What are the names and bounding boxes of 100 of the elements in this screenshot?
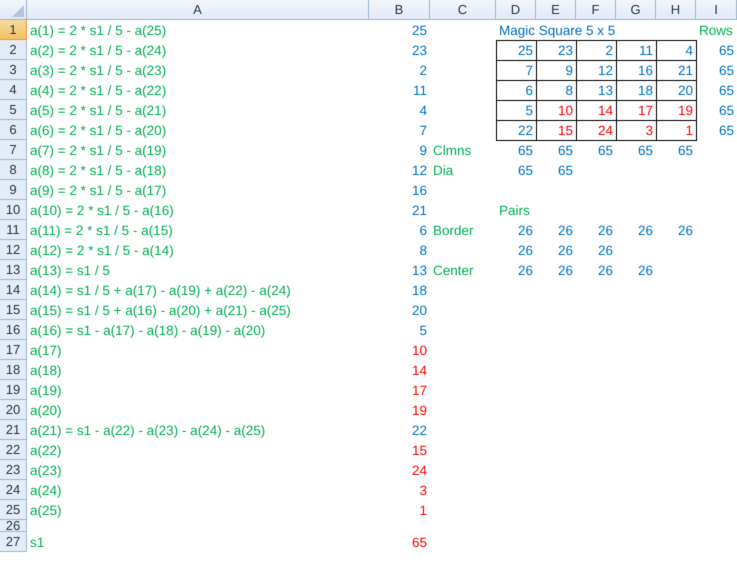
row-header[interactable]: 5: [0, 100, 27, 120]
table-cell-text: 25: [410, 22, 428, 40]
row-header[interactable]: 4: [0, 80, 27, 100]
table-cell-text: a(4) = 2 * s1 / 5 - a(22): [29, 82, 168, 100]
table-cell-text: 65: [718, 122, 735, 140]
row-header[interactable]: 10: [0, 200, 27, 220]
row-header[interactable]: 24: [0, 480, 27, 500]
table-cell-text: 26: [636, 262, 654, 280]
table-cell: 22: [496, 120, 537, 141]
table-cell-text: Pairs: [498, 202, 531, 220]
table-cell-text: 10: [410, 342, 428, 360]
row-header[interactable]: 18: [0, 360, 27, 380]
table-cell-text: 65: [556, 162, 574, 180]
row-header[interactable]: 27: [0, 532, 27, 552]
column-header[interactable]: B: [369, 0, 430, 20]
table-cell-text: 65: [636, 142, 654, 160]
table-cell-text: 17: [410, 382, 428, 400]
table-cell-text: a(1) = 2 * s1 / 5 - a(25): [29, 22, 168, 40]
table-cell-text: Dia: [432, 162, 454, 180]
table-cell-text: a(13) = s1 / 5: [29, 262, 111, 280]
row-header[interactable]: 3: [0, 60, 27, 80]
table-cell-text: 26: [516, 242, 534, 260]
table-cell-text: 65: [596, 142, 614, 160]
table-cell-text: 65: [556, 142, 574, 160]
table-cell-text: 1: [418, 502, 428, 520]
table-cell-text: a(9) = 2 * s1 / 5 - a(17): [29, 182, 168, 200]
table-cell-text: 26: [556, 222, 574, 240]
row-header[interactable]: 16: [0, 320, 27, 340]
table-cell-text: a(8) = 2 * s1 / 5 - a(18): [29, 162, 168, 180]
table-cell-text: 26: [596, 262, 614, 280]
table-cell-text: Border: [432, 222, 475, 240]
table-cell-text: 65: [718, 82, 735, 100]
column-header[interactable]: A: [27, 0, 369, 20]
table-cell-text: 26: [516, 222, 534, 240]
row-header[interactable]: 20: [0, 400, 27, 420]
row-header[interactable]: 26: [0, 520, 27, 532]
table-cell-text: a(17): [29, 342, 63, 360]
column-header[interactable]: D: [496, 0, 536, 20]
table-cell-text: 26: [556, 242, 574, 260]
row-header[interactable]: 12: [0, 240, 27, 260]
column-header[interactable]: C: [430, 0, 496, 20]
table-cell-text: 18: [410, 282, 428, 300]
row-header[interactable]: 8: [0, 160, 27, 180]
table-cell-text: a(24): [29, 482, 63, 500]
table-cell-text: 26: [676, 222, 694, 240]
table-cell-text: a(20): [29, 402, 63, 420]
column-header[interactable]: E: [536, 0, 576, 20]
table-cell-text: 65: [516, 162, 534, 180]
table-cell-text: a(14) = s1 / 5 + a(17) - a(19) + a(22) - a(24): [29, 282, 292, 300]
table-cell-text: a(22): [29, 442, 63, 460]
table-cell-text: 26: [516, 262, 534, 280]
table-cell-text: 16: [410, 182, 428, 200]
row-header[interactable]: 17: [0, 340, 27, 360]
row-header[interactable]: 13: [0, 260, 27, 280]
table-cell-text: 2: [418, 62, 428, 80]
table-cell: 4: [656, 40, 697, 61]
table-cell-text: a(7) = 2 * s1 / 5 - a(19): [29, 142, 168, 160]
table-cell-text: 5: [418, 322, 428, 340]
table-cell-text: 6: [418, 222, 428, 240]
table-cell-text: a(15) = s1 / 5 + a(16) - a(20) + a(21) - a(25): [29, 302, 292, 320]
table-cell-text: a(12) = 2 * s1 / 5 - a(14): [29, 242, 175, 260]
row-header[interactable]: 2: [0, 40, 27, 60]
row-header[interactable]: 14: [0, 280, 27, 300]
table-cell-text: Rows: [698, 22, 734, 40]
table-cell-text: 65: [718, 102, 735, 120]
table-cell-text: 9: [418, 142, 428, 160]
row-header[interactable]: 25: [0, 500, 27, 520]
table-cell-text: 26: [556, 262, 574, 280]
row-header[interactable]: 19: [0, 380, 27, 400]
table-cell-text: Magic Square 5 x 5: [498, 22, 616, 40]
table-cell-text: a(11) = 2 * s1 / 5 - a(15): [29, 222, 174, 240]
row-header[interactable]: 6: [0, 120, 27, 140]
column-header[interactable]: H: [656, 0, 696, 20]
row-header[interactable]: 7: [0, 140, 27, 160]
table-cell-text: 8: [418, 242, 428, 260]
table-cell-text: a(5) = 2 * s1 / 5 - a(21): [29, 102, 168, 120]
table-cell-text: 12: [410, 162, 428, 180]
table-cell-text: 65: [676, 142, 694, 160]
row-header[interactable]: 23: [0, 460, 27, 480]
row-header[interactable]: 22: [0, 440, 27, 460]
table-cell-text: 65: [516, 142, 534, 160]
table-cell-text: 3: [418, 482, 428, 500]
table-cell-text: 26: [596, 222, 614, 240]
table-cell-text: a(16) = s1 - a(17) - a(18) - a(19) - a(20): [29, 322, 266, 340]
column-header[interactable]: I: [696, 0, 737, 20]
row-header[interactable]: 1: [0, 20, 27, 40]
column-header[interactable]: G: [616, 0, 656, 20]
row-header[interactable]: 11: [0, 220, 27, 240]
table-cell-text: 20: [410, 302, 428, 320]
row-header[interactable]: 9: [0, 180, 27, 200]
table-cell-text: 65: [718, 62, 735, 80]
select-all-icon[interactable]: [12, 5, 24, 17]
column-header[interactable]: F: [576, 0, 616, 20]
table-cell-text: 19: [410, 402, 428, 420]
table-cell-text: 13: [410, 262, 428, 280]
row-header[interactable]: 21: [0, 420, 27, 440]
row-header[interactable]: 15: [0, 300, 27, 320]
table-cell-text: 21: [410, 202, 428, 220]
table-cell-text: 11: [412, 82, 428, 100]
table-cell-text: Clmns: [432, 142, 472, 160]
